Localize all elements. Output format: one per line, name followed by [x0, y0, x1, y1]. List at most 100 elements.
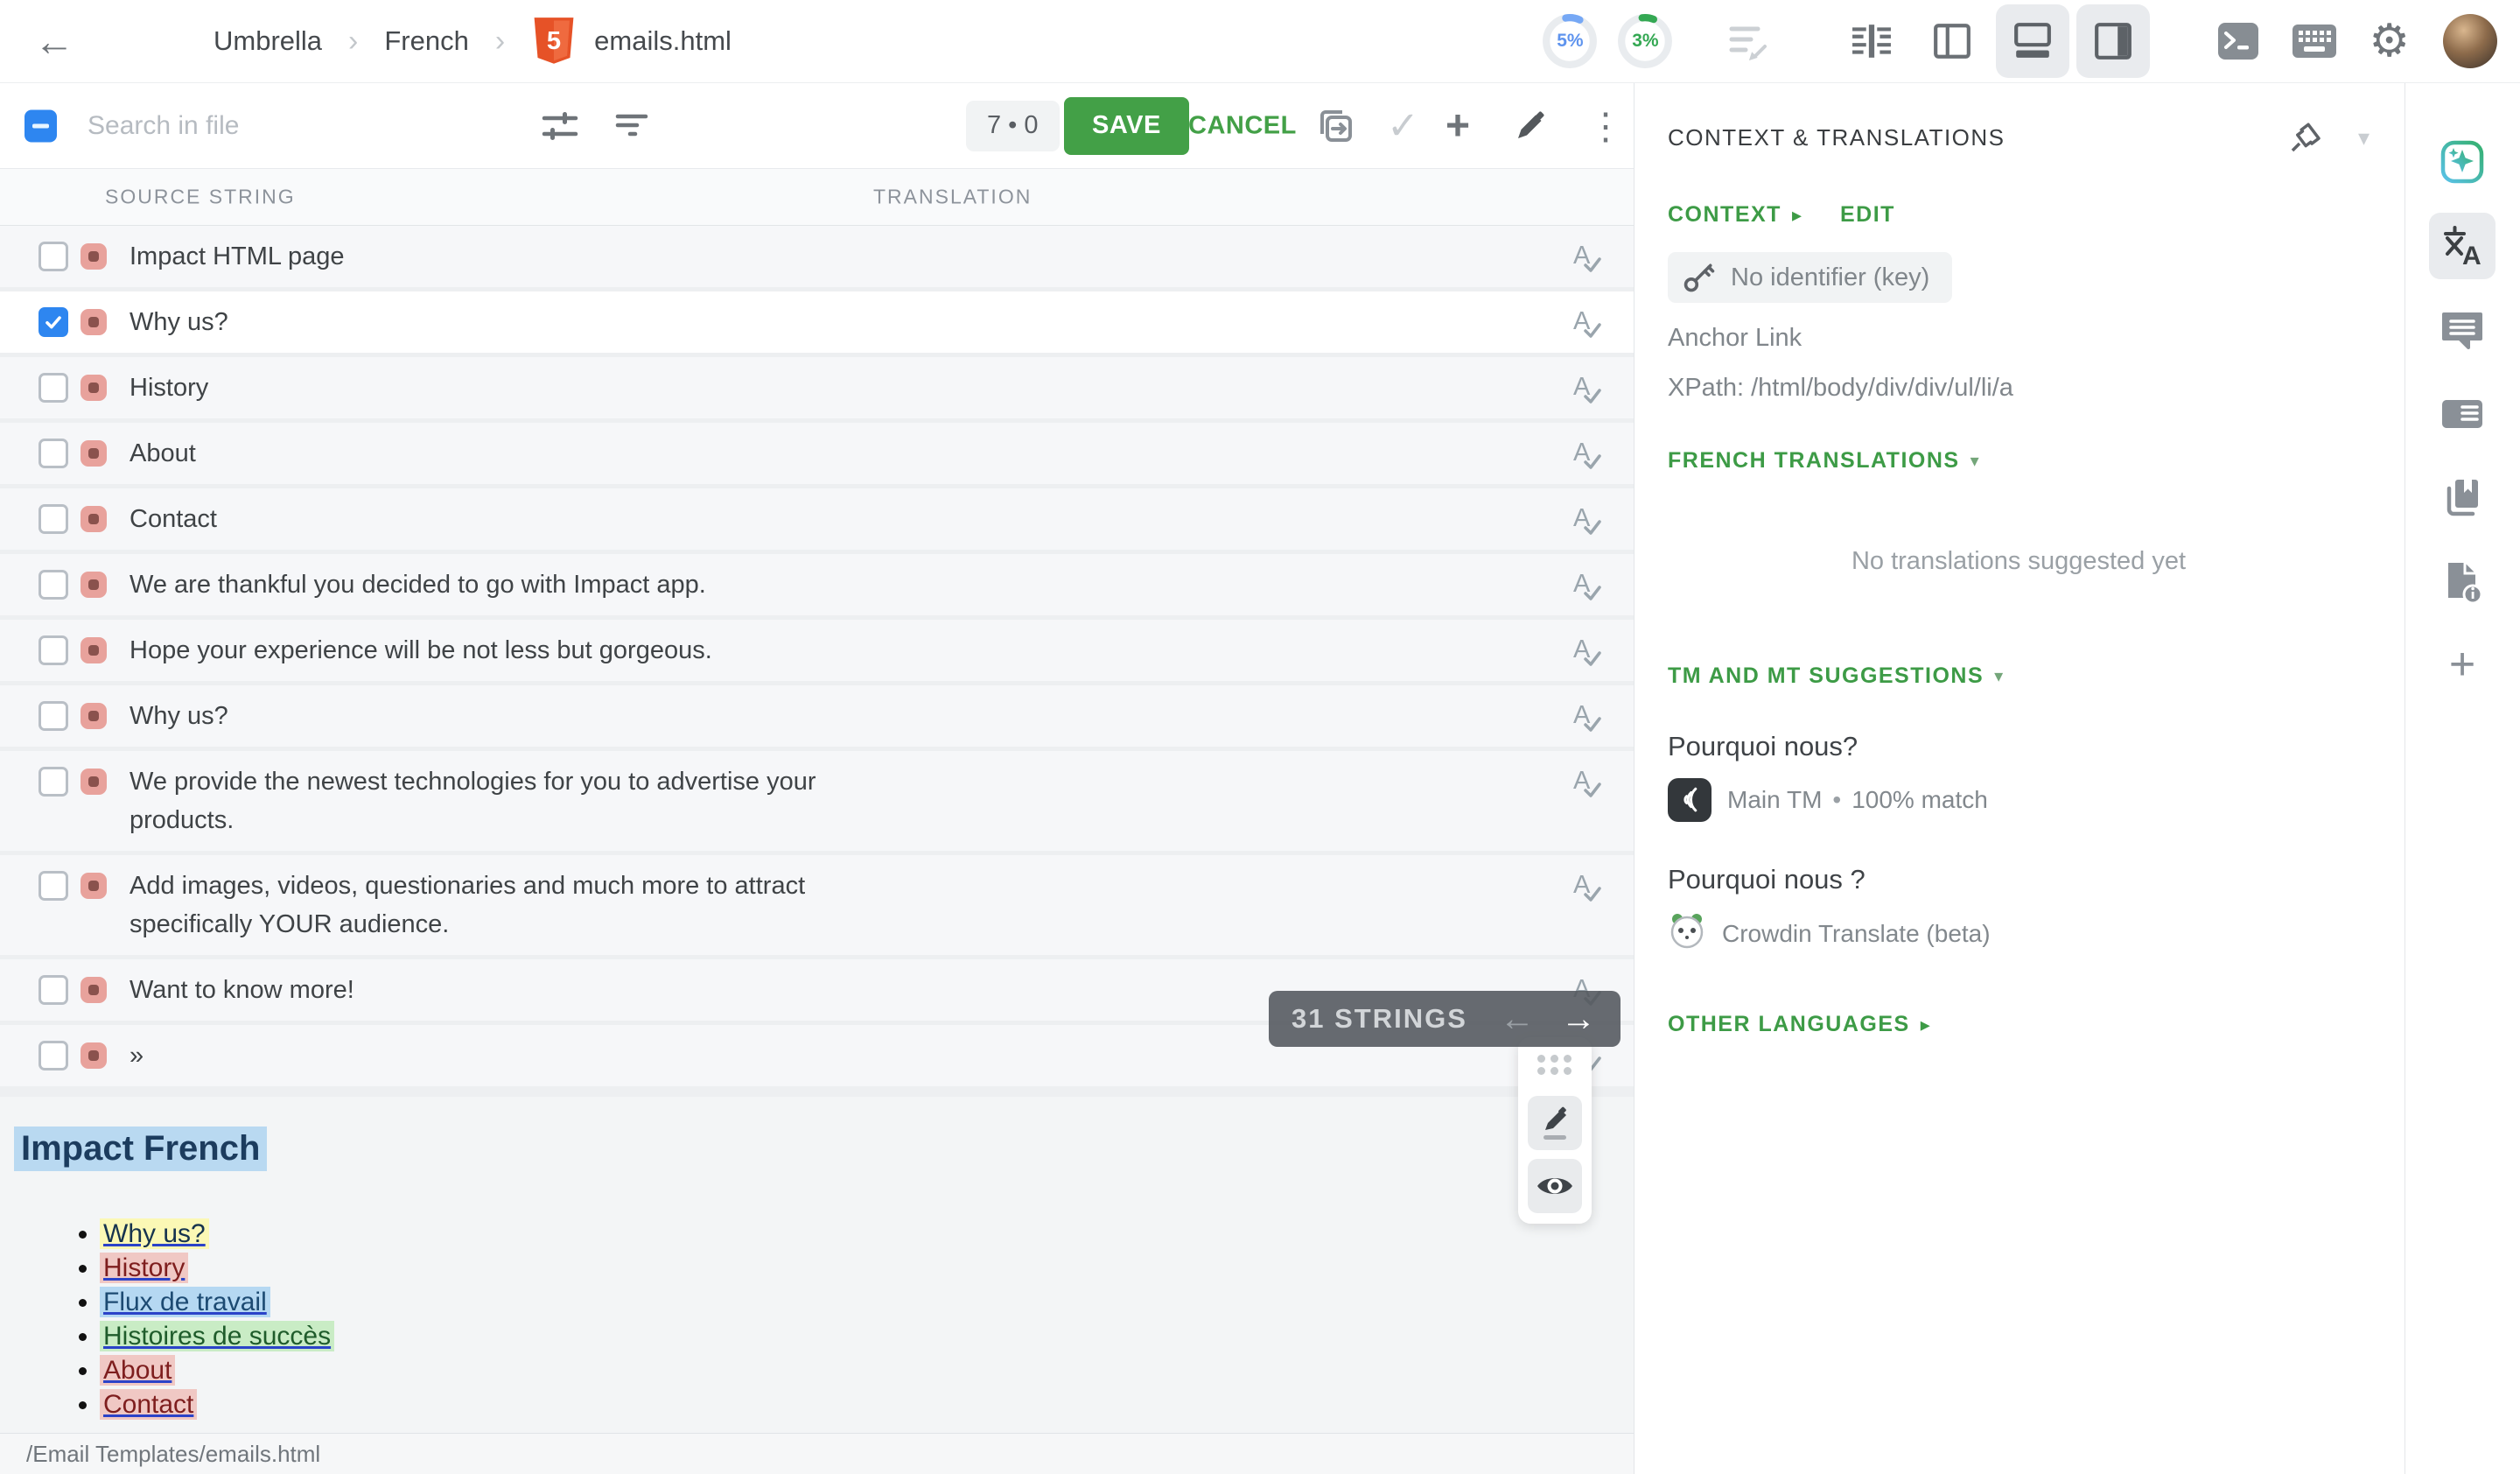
row-checkbox[interactable] — [38, 635, 68, 665]
preview-link[interactable]: Flux de travail — [100, 1287, 270, 1317]
caret-right-icon: ▸ — [1792, 204, 1802, 227]
string-row[interactable]: Hope your experience will be not less bu… — [0, 620, 1634, 681]
preview-visibility-button[interactable] — [1528, 1159, 1582, 1213]
more-options-icon[interactable]: ⋮ — [1587, 104, 1624, 147]
svg-text:A: A — [1573, 767, 1591, 795]
context-xpath: XPath: /html/body/div/div/ul/li/a — [1668, 374, 2370, 403]
svg-text:A: A — [1573, 701, 1591, 729]
untranslated-status-icon — [80, 769, 107, 795]
string-row[interactable]: Add images, videos, questionaries and mu… — [0, 855, 1634, 955]
preview-link[interactable]: Why us? — [100, 1218, 209, 1249]
row-checkbox[interactable] — [38, 439, 68, 468]
translated-progress-ring[interactable]: 5% — [1541, 12, 1599, 70]
menu-icon[interactable] — [116, 26, 156, 56]
other-languages-header[interactable]: OTHER LANGUAGES — [1668, 1012, 1910, 1037]
edit-context-button[interactable]: EDIT — [1840, 202, 1895, 228]
row-checkbox[interactable] — [38, 570, 68, 600]
string-row[interactable]: We are thankful you decided to go with I… — [0, 554, 1634, 615]
glossary-tab-icon[interactable] — [2429, 465, 2496, 531]
spellcheck-icon: A — [1571, 438, 1602, 475]
string-row[interactable]: Why us? A — [0, 291, 1634, 353]
drag-handle-icon[interactable] — [1537, 1055, 1572, 1075]
settings-sliders-icon[interactable] — [541, 107, 579, 145]
row-checkbox[interactable] — [38, 307, 68, 337]
untranslated-status-icon — [80, 572, 107, 598]
search-input[interactable] — [88, 111, 464, 141]
preview-edit-button[interactable] — [1528, 1096, 1582, 1150]
edited-strings-icon — [1725, 18, 1770, 64]
row-checkbox[interactable] — [38, 701, 68, 731]
back-icon[interactable]: ← — [30, 18, 79, 65]
file-info-tab-icon[interactable] — [2429, 549, 2496, 615]
ai-assistant-icon[interactable] — [2429, 129, 2496, 195]
select-all-checkbox[interactable] — [24, 109, 57, 142]
list-header: SOURCE STRING TRANSLATION — [0, 169, 1634, 226]
next-page-icon[interactable]: → — [1561, 1000, 1598, 1039]
preview-link[interactable]: About — [100, 1355, 175, 1386]
string-row[interactable]: We provide the newest technologies for y… — [0, 751, 1634, 851]
breadcrumb-language[interactable]: French — [384, 25, 468, 57]
cancel-button[interactable]: CANCEL — [1188, 111, 1297, 140]
pin-icon[interactable] — [2288, 120, 2323, 155]
tm-suggestion[interactable]: Pourquoi nous? Main TM • 100% match — [1668, 731, 2370, 822]
translations-tab-icon[interactable]: A — [2429, 213, 2496, 279]
spellcheck-icon: A — [1571, 700, 1602, 738]
strings-count-label: 31 STRINGS — [1292, 1003, 1467, 1035]
preview-link[interactable]: History — [100, 1253, 188, 1283]
row-checkbox[interactable] — [38, 373, 68, 403]
spellcheck-icon: A — [1571, 503, 1602, 541]
suggestion-source: Crowdin Translate (beta) — [1722, 920, 1991, 948]
breadcrumb-project[interactable]: Umbrella — [214, 25, 322, 57]
strings-view-icon[interactable] — [1835, 4, 1908, 78]
svg-text:A: A — [2462, 242, 2482, 269]
console-icon[interactable] — [2216, 21, 2260, 61]
row-checkbox[interactable] — [38, 871, 68, 901]
string-row[interactable]: Contact A — [0, 488, 1634, 550]
preview-link[interactable]: Histoires de succès — [100, 1321, 334, 1351]
row-checkbox[interactable] — [38, 504, 68, 534]
comfortable-view-icon[interactable] — [1996, 4, 2069, 78]
string-key-field[interactable]: No identifier (key) — [1668, 252, 1952, 303]
preview-list-item: Why us? — [100, 1217, 1634, 1251]
row-checkbox[interactable] — [38, 1041, 68, 1070]
comments-tab-icon[interactable] — [2429, 297, 2496, 363]
mt-suggestion[interactable]: Pourquoi nous ? Crowdin Translate (beta) — [1668, 864, 2370, 956]
breadcrumb: Umbrella › French › 5 emails.html — [214, 17, 732, 66]
row-checkbox[interactable] — [38, 242, 68, 271]
filter-icon[interactable] — [612, 107, 651, 145]
preview-link[interactable]: Contact — [100, 1389, 197, 1420]
row-checkbox[interactable] — [38, 767, 68, 797]
breadcrumb-file[interactable]: emails.html — [594, 25, 732, 57]
preview-list-item: History — [100, 1251, 1634, 1285]
source-string: Want to know more! — [130, 971, 354, 1009]
avatar[interactable] — [2443, 14, 2497, 68]
add-panel-icon[interactable]: + — [2449, 638, 2475, 691]
file-path-bar: /Email Templates/emails.html — [0, 1433, 1634, 1474]
string-row[interactable]: Why us? A — [0, 685, 1634, 747]
side-by-side-view-icon[interactable] — [1915, 4, 1989, 78]
suggestion-source: Main TM — [1727, 786, 1822, 814]
copy-source-icon[interactable] — [1314, 106, 1354, 146]
add-string-icon[interactable]: + — [1446, 102, 1470, 150]
gear-icon[interactable]: ⚙ — [2369, 15, 2410, 67]
edit-icon[interactable] — [1512, 108, 1549, 144]
previous-page-icon[interactable]: ← — [1500, 1000, 1536, 1039]
panel-collapse-icon[interactable]: ▾ — [2358, 124, 2370, 151]
save-button[interactable]: SAVE — [1064, 97, 1189, 155]
string-row[interactable]: History A — [0, 357, 1634, 418]
translations-section-header[interactable]: FRENCH TRANSLATIONS — [1668, 448, 1960, 474]
keyboard-icon[interactable] — [2292, 24, 2337, 59]
string-row[interactable]: Impact HTML page A — [0, 226, 1634, 287]
row-checkbox[interactable] — [38, 975, 68, 1005]
string-row[interactable]: About A — [0, 423, 1634, 484]
context-card-tab-icon[interactable] — [2429, 381, 2496, 447]
editor-column: 7 • 0 SAVE CANCEL ✓ + ⋮ S — [0, 83, 1634, 1474]
dot-separator: • — [1832, 786, 1841, 814]
approved-progress-ring[interactable]: 3% — [1616, 12, 1674, 70]
context-section-label[interactable]: CONTEXT — [1668, 202, 1782, 228]
approve-icon[interactable]: ✓ — [1387, 103, 1419, 148]
untranslated-status-icon — [80, 703, 107, 729]
right-panel-view-icon[interactable] — [2076, 4, 2150, 78]
tm-section-header[interactable]: TM AND MT SUGGESTIONS — [1668, 663, 1984, 689]
tm-logo-icon — [1668, 778, 1712, 822]
